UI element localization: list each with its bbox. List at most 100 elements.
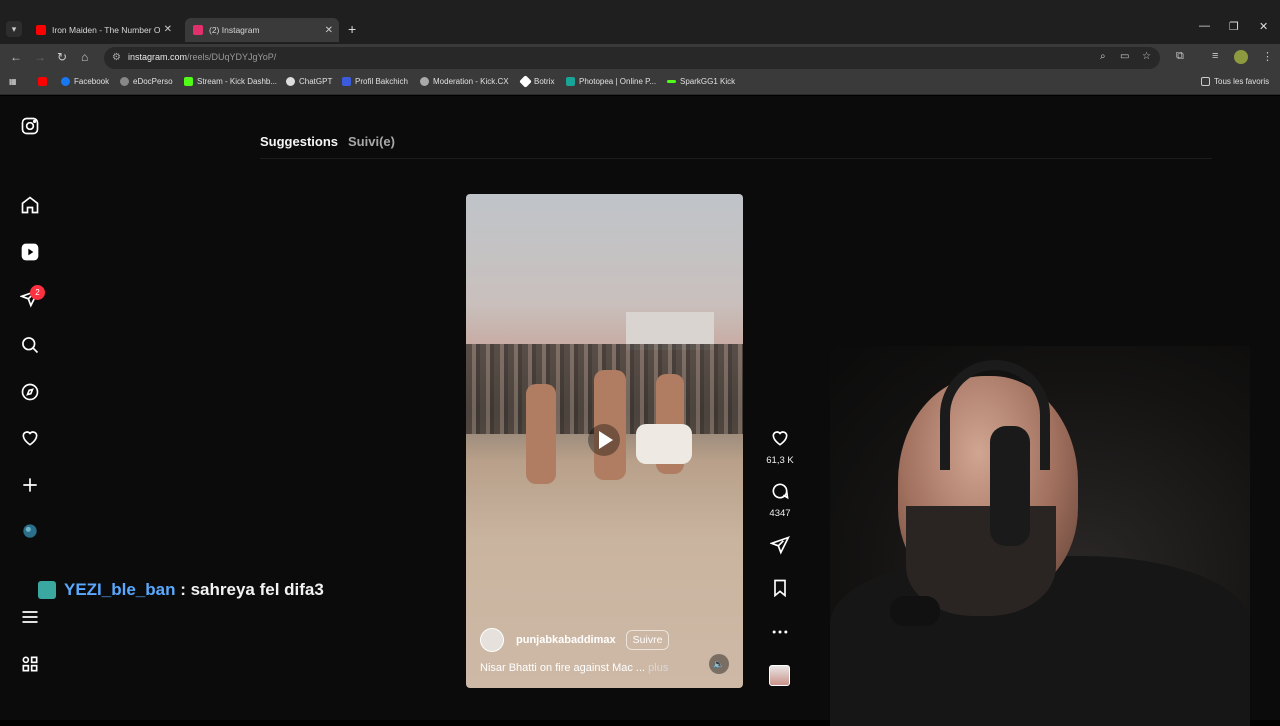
- stream-chat-message: YEZI_ble_ban : sahreya fel difa3: [38, 580, 324, 600]
- kick-icon: [667, 80, 676, 83]
- tab-instagram[interactable]: (2) Instagram ✕: [185, 18, 339, 42]
- instagram-sidebar: 2: [0, 96, 60, 720]
- tab-search-button[interactable]: ▾: [6, 21, 22, 37]
- minimize-button[interactable]: —: [1199, 20, 1210, 32]
- heart-icon: [772, 431, 788, 446]
- likes-count: 61,3 K: [766, 455, 794, 466]
- also-from-meta-icon[interactable]: [19, 653, 41, 675]
- close-window-button[interactable]: ✕: [1259, 20, 1268, 33]
- zoom-icon[interactable]: ⌕: [1100, 51, 1106, 62]
- heart-icon[interactable]: [19, 427, 41, 449]
- follow-button[interactable]: Suivre: [625, 630, 670, 650]
- home-icon[interactable]: ⌂: [81, 50, 88, 64]
- video-player-figure: [636, 424, 692, 464]
- site-info-icon[interactable]: ⚙: [112, 52, 121, 63]
- photopea-icon: [566, 77, 575, 86]
- bookmarks-bar: ▦ Facebook eDocPerso Stream - Kick Dashb…: [0, 71, 1280, 95]
- bookmark-profil-bakchich[interactable]: Profil Bakchich: [342, 77, 408, 86]
- headset-mic: [890, 596, 940, 626]
- reel-caption: Nisar Bhatti on fire against Mac ... plu…: [480, 662, 669, 674]
- tab-suggestions[interactable]: Suggestions: [260, 134, 338, 149]
- youtube-icon: [38, 77, 47, 86]
- bakchich-icon: [342, 77, 351, 86]
- feed-tabs: Suggestions Suivi(e): [260, 134, 395, 149]
- extensions-icon[interactable]: ⧉: [1176, 50, 1184, 63]
- caption-more-link[interactable]: plus: [648, 662, 668, 674]
- tab-iron-maiden[interactable]: Iron Maiden - The Number Of T ✕: [28, 20, 178, 39]
- close-tab-icon[interactable]: ✕: [325, 25, 333, 36]
- like-action[interactable]: 61,3 K: [762, 428, 798, 466]
- reload-icon[interactable]: ↻: [57, 50, 67, 64]
- omnibox[interactable]: ⚙ instagram.com/reels/DUqYDYJgYoP/ ⌕ ▭ ☆: [104, 47, 1160, 69]
- author-avatar[interactable]: [480, 628, 504, 652]
- gear-icon: [420, 77, 429, 86]
- bookmark-icon: [774, 579, 786, 598]
- url-text[interactable]: instagram.com/reels/DUqYDYJgYoP/: [128, 52, 276, 62]
- chat-badge-icon: [38, 581, 56, 599]
- install-app-icon[interactable]: ▭: [1120, 51, 1129, 62]
- bookmark-kick-dashboard[interactable]: Stream - Kick Dashb...: [184, 77, 277, 86]
- bookmark-chatgpt[interactable]: ChatGPT: [286, 77, 332, 86]
- facebook-icon: [61, 77, 70, 86]
- address-bar-row: ← → ↻ ⌂ ⚙ instagram.com/reels/DUqYDYJgYo…: [0, 44, 1280, 71]
- bookmark-youtube[interactable]: [38, 77, 51, 86]
- more-dots-icon: [772, 630, 788, 634]
- new-tab-button[interactable]: +: [348, 21, 356, 37]
- profile-avatar[interactable]: [19, 520, 41, 542]
- folder-icon: [1201, 77, 1210, 86]
- create-plus-icon[interactable]: [19, 474, 41, 496]
- bookmark-photopea[interactable]: Photopea | Online P...: [566, 77, 656, 86]
- search-icon[interactable]: [19, 334, 41, 356]
- chat-text: sahreya fel difa3: [190, 580, 324, 599]
- home-icon[interactable]: [19, 194, 41, 216]
- menu-kebab-icon[interactable]: ⋮: [1262, 50, 1273, 63]
- divider: [260, 158, 1212, 159]
- comments-count: 4347: [769, 508, 791, 519]
- tab-title: Iron Maiden - The Number Of T: [52, 24, 160, 35]
- share-action[interactable]: [762, 535, 798, 560]
- bookmark-moderation[interactable]: Moderation - Kick.CX: [420, 77, 509, 86]
- save-action[interactable]: [762, 578, 798, 603]
- more-menu-icon[interactable]: [19, 606, 41, 628]
- apps-grid-icon[interactable]: ▦: [9, 77, 17, 86]
- restore-button[interactable]: ❐: [1229, 20, 1239, 33]
- forward-arrow-icon[interactable]: →: [34, 50, 46, 64]
- browser-tab-bar: ▾ Iron Maiden - The Number Of T ✕ (2) In…: [0, 0, 1280, 44]
- audio-thumbnail[interactable]: [769, 665, 790, 686]
- bookmark-sparkgg1[interactable]: SparkGG1 Kick: [667, 77, 735, 86]
- bookmark-edocperso[interactable]: eDocPerso: [120, 77, 173, 86]
- comment-action[interactable]: 4347: [762, 481, 798, 519]
- volume-icon[interactable]: 🔈: [709, 654, 729, 674]
- video-player-figure: [526, 384, 556, 484]
- reels-icon[interactable]: [19, 241, 41, 263]
- media-control-icon[interactable]: ≡: [1212, 50, 1218, 62]
- notification-badge: 2: [30, 285, 45, 300]
- instagram-favicon-icon: [193, 25, 203, 35]
- chat-separator: :: [175, 580, 191, 599]
- explore-compass-icon[interactable]: [19, 381, 41, 403]
- close-tab-icon[interactable]: ✕: [164, 24, 172, 35]
- kick-icon: [184, 77, 193, 86]
- more-options-action[interactable]: [762, 622, 798, 647]
- page-scrollbar[interactable]: [1268, 96, 1280, 720]
- profile-avatar[interactable]: [1234, 50, 1248, 64]
- youtube-icon: [36, 24, 46, 35]
- reel-video[interactable]: punjabkabaddimax Suivre Nisar Bhatti on …: [466, 194, 743, 688]
- bookmark-botrix[interactable]: Botrix: [519, 75, 554, 88]
- bookmark-star-icon[interactable]: ☆: [1142, 51, 1151, 62]
- botrix-icon: [519, 75, 532, 88]
- all-bookmarks[interactable]: Tous les favoris: [1201, 77, 1269, 86]
- bookmark-facebook[interactable]: Facebook: [61, 77, 109, 86]
- globe-icon: [120, 77, 129, 86]
- reel-author: punjabkabaddimax Suivre: [480, 628, 670, 652]
- streamer-webcam: [830, 346, 1250, 726]
- play-button[interactable]: [588, 424, 620, 456]
- comment-icon: [772, 483, 789, 500]
- back-arrow-icon[interactable]: ←: [10, 50, 22, 64]
- tab-following[interactable]: Suivi(e): [348, 134, 395, 149]
- share-icon: [769, 536, 790, 555]
- tab-title: (2) Instagram: [209, 25, 260, 35]
- instagram-logo-icon[interactable]: [19, 115, 41, 137]
- author-username[interactable]: punjabkabaddimax: [516, 634, 616, 646]
- chatgpt-icon: [286, 77, 295, 86]
